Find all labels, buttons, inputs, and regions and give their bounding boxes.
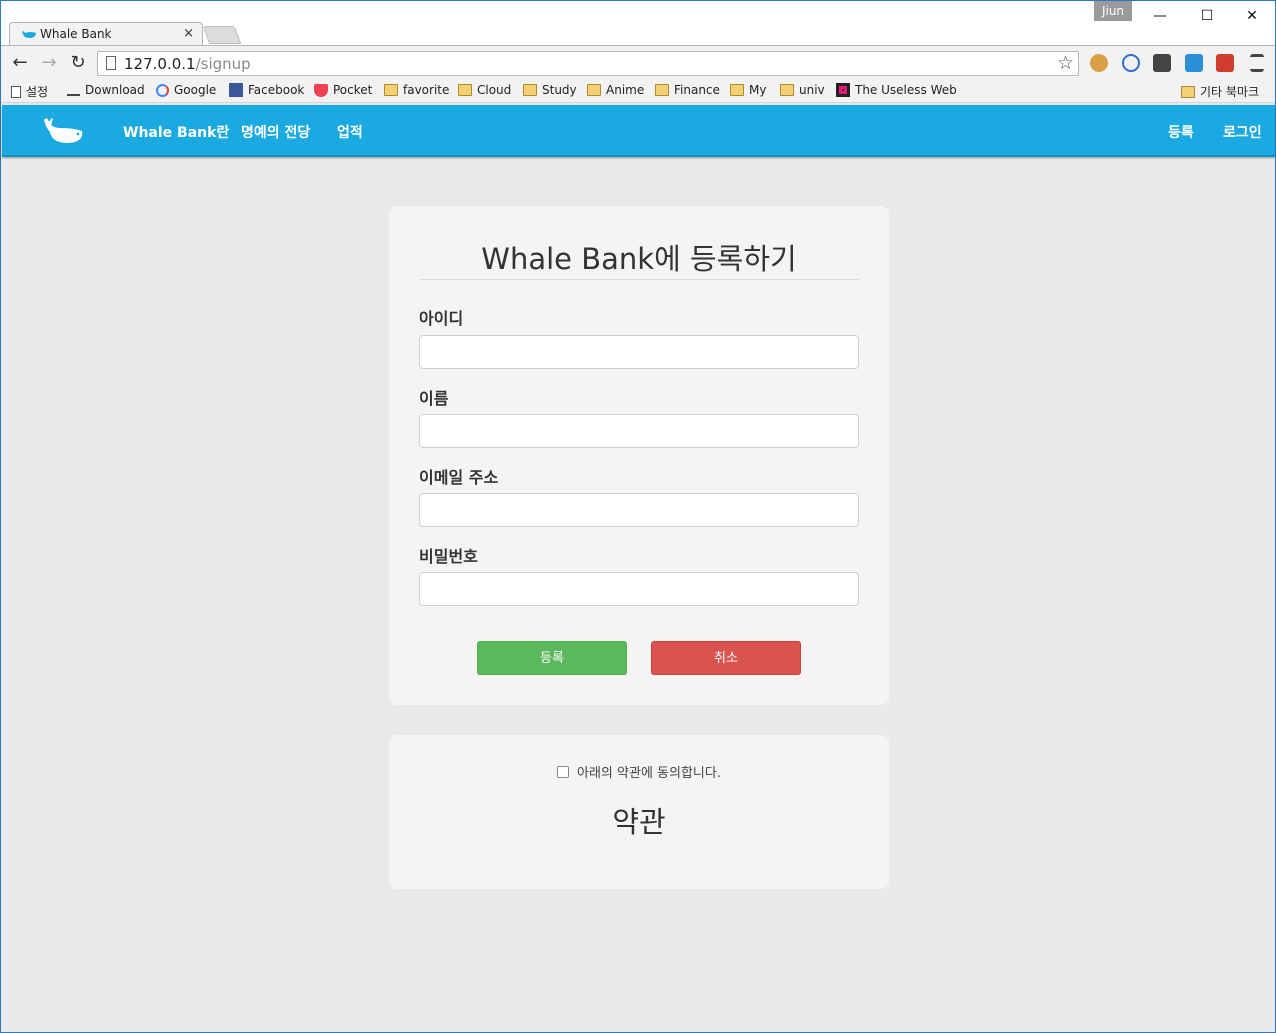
username-field[interactable]	[419, 335, 859, 369]
bookmark-star-icon[interactable]: ☆	[1057, 52, 1074, 74]
register-button[interactable]: 등록	[477, 641, 627, 675]
folder-icon	[730, 84, 744, 96]
bookmark-anime[interactable]: Anime	[587, 83, 644, 97]
folder-icon	[655, 84, 669, 96]
tab-title: Whale Bank	[40, 27, 112, 41]
browser-toolbar: ← → ↻ 127.0.0.1/signup ☆	[1, 45, 1275, 79]
nav-login[interactable]: 로그인	[1223, 122, 1262, 142]
name-label: 이름	[419, 389, 449, 408]
nav-register[interactable]: 등록	[1168, 122, 1194, 142]
window-extension-icon[interactable]	[1185, 54, 1203, 72]
browser-window: Whale Bank × Jiun — ☐ ✕ ← → ↻ 127.0.0.1/…	[0, 0, 1276, 1033]
maximize-button[interactable]: ☐	[1184, 3, 1230, 29]
cookie-extension-icon[interactable]	[1090, 54, 1108, 72]
page-icon	[106, 56, 116, 70]
bookmark-google[interactable]: Google	[156, 83, 216, 97]
bookmark-settings[interactable]: 설정	[11, 83, 48, 100]
close-window-button[interactable]: ✕	[1229, 3, 1275, 29]
folder-icon	[458, 84, 472, 96]
page-content: Whale Bank에 등록하기 아이디 이름 이메일 주소 비밀번호 등록 취…	[2, 159, 1275, 1032]
bookmark-facebook[interactable]: Facebook	[229, 83, 304, 97]
terms-title: 약관	[612, 805, 666, 839]
bookmark-cloud[interactable]: Cloud	[458, 83, 511, 97]
todoist-extension-icon[interactable]	[1216, 54, 1234, 72]
folder-icon	[587, 84, 601, 96]
google-icon	[156, 83, 169, 97]
divider	[419, 279, 859, 280]
folder-icon	[384, 84, 398, 96]
terms-agree-checkbox[interactable]	[557, 766, 570, 778]
email-field[interactable]	[419, 493, 859, 527]
tab-close-icon[interactable]: ×	[183, 26, 194, 41]
signup-card: Whale Bank에 등록하기 아이디 이름 이메일 주소 비밀번호 등록 취…	[389, 206, 889, 705]
email-label: 이메일 주소	[419, 468, 499, 487]
profile-button[interactable]: Jiun	[1094, 1, 1132, 21]
whale-logo-icon[interactable]	[42, 116, 86, 144]
url-text: 127.0.0.1/signup	[124, 55, 251, 73]
forward-button[interactable]: →	[38, 52, 60, 74]
bookmark-download[interactable]: Download	[67, 83, 145, 97]
password-field[interactable]	[419, 572, 859, 606]
bookmark-my[interactable]: My	[730, 83, 766, 97]
site-navbar: Whale Bank란 명예의 전당 업적 등록 로그인	[2, 105, 1275, 157]
bookmark-pocket[interactable]: Pocket	[314, 83, 372, 97]
password-label: 비밀번호	[419, 547, 478, 566]
pocket-icon	[314, 83, 328, 97]
browser-tab[interactable]: Whale Bank ×	[9, 22, 203, 46]
page-icon	[11, 85, 21, 98]
other-bookmarks[interactable]: 기타 북마크	[1181, 83, 1259, 100]
bookmark-study[interactable]: Study	[523, 83, 577, 97]
useless-web-icon	[836, 83, 850, 97]
title-bar: Whale Bank × Jiun — ☐ ✕	[1, 1, 1275, 46]
nav-about[interactable]: Whale Bank란	[123, 122, 229, 142]
reload-button[interactable]: ↻	[67, 52, 89, 74]
page-title: Whale Bank에 등록하기	[481, 242, 797, 276]
bookmark-univ[interactable]: univ	[780, 83, 825, 97]
download-icon	[67, 84, 80, 96]
menu-icon[interactable]	[1250, 54, 1264, 72]
bookmarks-bar: 설정 Download Google Facebook Pocket favor…	[1, 79, 1275, 103]
whale-favicon-icon	[22, 31, 36, 38]
folder-icon	[780, 84, 794, 96]
terms-agree-row: 아래의 약관에 동의합니다.	[389, 762, 889, 781]
back-button[interactable]: ←	[9, 52, 31, 74]
facebook-icon	[229, 83, 243, 97]
new-tab-button[interactable]	[202, 26, 242, 44]
minimize-button[interactable]: —	[1137, 3, 1183, 29]
bookmark-useless-web[interactable]: The Useless Web	[836, 83, 957, 97]
sync-extension-icon[interactable]	[1122, 54, 1140, 72]
username-label: 아이디	[419, 309, 464, 328]
folder-icon	[1181, 85, 1195, 98]
address-bar[interactable]: 127.0.0.1/signup ☆	[97, 51, 1079, 76]
nav-achievements[interactable]: 업적	[337, 122, 363, 142]
name-field[interactable]	[419, 414, 859, 448]
cancel-button[interactable]: 취소	[651, 641, 801, 675]
bookmark-finance[interactable]: Finance	[655, 83, 720, 97]
pocket-extension-icon[interactable]	[1153, 54, 1171, 72]
bookmark-favorite[interactable]: favorite	[384, 83, 449, 97]
nav-hall-of-fame[interactable]: 명예의 전당	[241, 122, 310, 142]
terms-agree-label[interactable]: 아래의 약관에 동의합니다.	[577, 766, 721, 781]
terms-card: 아래의 약관에 동의합니다. 약관	[389, 735, 889, 889]
folder-icon	[523, 84, 537, 96]
